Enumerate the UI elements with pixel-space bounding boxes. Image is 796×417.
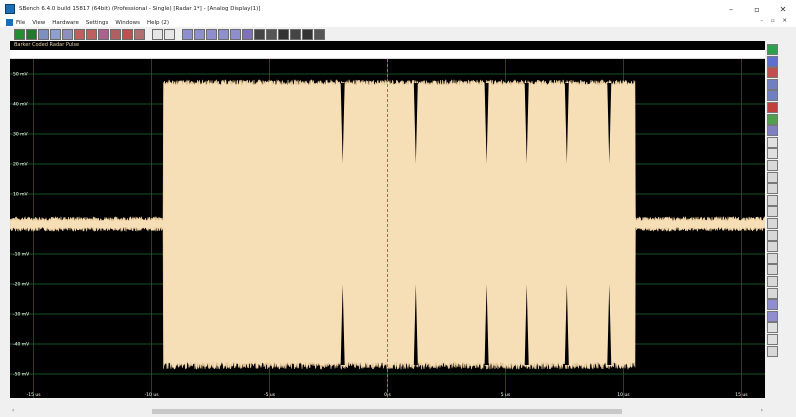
chart-icon[interactable] xyxy=(134,28,145,40)
y-tick-label: -40 mV xyxy=(13,342,30,348)
fit-icon[interactable] xyxy=(767,194,778,206)
menu-file[interactable]: File xyxy=(16,20,25,26)
document-header: Barker Coded Radar Pulse xyxy=(10,41,765,50)
blank-icon[interactable] xyxy=(767,136,778,148)
y-tick-label: 30 mV xyxy=(13,132,29,138)
minimize-button[interactable]: – xyxy=(718,0,744,18)
y-tick-label: 20 mV xyxy=(13,162,29,168)
maximize-button[interactable]: ▫ xyxy=(744,0,770,18)
document-toolbar-strip xyxy=(10,50,765,59)
menu-help[interactable]: Help (2) xyxy=(147,20,169,26)
run-icon[interactable] xyxy=(14,28,25,40)
close-icon[interactable] xyxy=(767,345,778,357)
expand-icon[interactable] xyxy=(767,276,778,287)
chart-icon[interactable] xyxy=(110,28,121,40)
y-tick-label: -20 mV xyxy=(13,282,30,288)
grid-icon[interactable] xyxy=(230,28,241,40)
vertical-scrollbar[interactable] xyxy=(781,27,796,407)
zoom-icon[interactable] xyxy=(254,28,265,40)
zoom-out-icon[interactable] xyxy=(767,171,778,183)
display-icon[interactable] xyxy=(50,28,61,40)
waveform-chart[interactable]: 50 mV 40 mV 30 mV 20 mV 10 mV -10 mV -20 mV -30… xyxy=(10,59,765,398)
grid-icon[interactable] xyxy=(242,28,253,40)
blank-icon[interactable] xyxy=(152,28,163,40)
x-tick-label: 15 us xyxy=(735,392,748,398)
channel-icon[interactable] xyxy=(767,44,778,55)
expand-icon[interactable] xyxy=(767,241,778,253)
app-icon xyxy=(5,4,15,14)
analog-display-icon[interactable] xyxy=(767,78,778,90)
menu-hardware[interactable]: Hardware xyxy=(52,20,79,26)
right-tool-column xyxy=(766,44,780,359)
expand-icon[interactable] xyxy=(767,264,778,276)
y-tick-label: 50 mV xyxy=(13,72,29,78)
display-icon[interactable] xyxy=(767,90,778,102)
table-icon[interactable] xyxy=(302,28,313,40)
x-tick-label: -15 us xyxy=(27,392,42,398)
y-tick-label: 40 mV xyxy=(13,102,29,108)
channel-icon[interactable] xyxy=(767,55,778,67)
y-tick-label: -30 mV xyxy=(13,312,30,318)
scroll-thumb[interactable] xyxy=(152,409,622,414)
table-icon[interactable] xyxy=(314,28,325,40)
analog-display-icon[interactable] xyxy=(62,28,73,40)
chart-icon[interactable] xyxy=(74,28,85,40)
close-icon[interactable] xyxy=(278,28,289,40)
wave-icon[interactable] xyxy=(767,299,778,311)
wave-icon[interactable] xyxy=(194,28,205,40)
expand-icon[interactable] xyxy=(767,229,778,241)
menu-bar: File View Hardware Settings Windows Help… xyxy=(0,18,796,27)
window-controls: – ▫ ✕ xyxy=(718,0,796,18)
grid-icon[interactable] xyxy=(767,113,778,125)
analog-display-plot[interactable]: 50 mV 40 mV 30 mV 20 mV 10 mV -10 mV -20 mV -30… xyxy=(10,59,765,398)
app-window: SBench 6.4.0 build 15817 (64bit) (Profes… xyxy=(0,0,796,417)
table-icon[interactable] xyxy=(767,310,778,322)
grid-icon[interactable] xyxy=(218,28,229,40)
y-tick-label: -10 mV xyxy=(13,252,30,258)
redo-icon[interactable] xyxy=(767,334,778,345)
chart-icon[interactable] xyxy=(122,28,133,40)
zoom-icon[interactable] xyxy=(266,28,277,40)
display-icon[interactable] xyxy=(38,28,49,40)
scroll-left-icon[interactable]: ‹ xyxy=(12,407,14,414)
chart-icon[interactable] xyxy=(98,28,109,40)
blank-icon[interactable] xyxy=(164,28,175,40)
chart-icon[interactable] xyxy=(86,28,97,40)
table-icon[interactable] xyxy=(290,28,301,40)
y-tick-label: 10 mV xyxy=(13,192,29,198)
calc-icon[interactable] xyxy=(767,125,778,137)
wave-icon[interactable] xyxy=(182,28,193,40)
chart-icon[interactable] xyxy=(767,67,778,79)
undo-icon[interactable] xyxy=(767,322,778,334)
title-bar: SBench 6.4.0 build 15817 (64bit) (Profes… xyxy=(0,0,796,18)
scroll-right-icon[interactable]: › xyxy=(761,407,763,414)
fit-icon[interactable] xyxy=(767,183,778,195)
menu-windows[interactable]: Windows xyxy=(115,20,140,26)
menu-settings[interactable]: Settings xyxy=(86,20,109,26)
main-toolbar xyxy=(0,27,766,41)
x-tick-label: -5 us xyxy=(264,392,276,398)
close-button[interactable]: ✕ xyxy=(770,0,796,18)
x-tick-label: 10 us xyxy=(617,392,630,398)
move-icon[interactable] xyxy=(767,218,778,229)
expand-icon[interactable] xyxy=(767,287,778,299)
x-tick-label: -10 us xyxy=(145,392,160,398)
x-tick-label: 5 us xyxy=(501,392,511,398)
document-icon xyxy=(6,19,13,26)
zoom-icon[interactable] xyxy=(767,206,778,218)
wave-icon[interactable] xyxy=(206,28,217,40)
horizontal-scrollbar[interactable]: ‹ › xyxy=(10,406,765,417)
y-tick-label: -50 mV xyxy=(13,372,30,378)
expand-icon[interactable] xyxy=(767,252,778,264)
mdi-window-controls[interactable]: – ▫ ✕ xyxy=(760,18,790,24)
marker-icon[interactable] xyxy=(767,102,778,113)
blank-icon[interactable] xyxy=(767,148,778,160)
run-loop-icon[interactable] xyxy=(26,28,37,40)
menu-view[interactable]: View xyxy=(32,20,45,26)
window-title: SBench 6.4.0 build 15817 (64bit) (Profes… xyxy=(19,6,261,12)
zoom-in-icon[interactable] xyxy=(767,160,778,171)
